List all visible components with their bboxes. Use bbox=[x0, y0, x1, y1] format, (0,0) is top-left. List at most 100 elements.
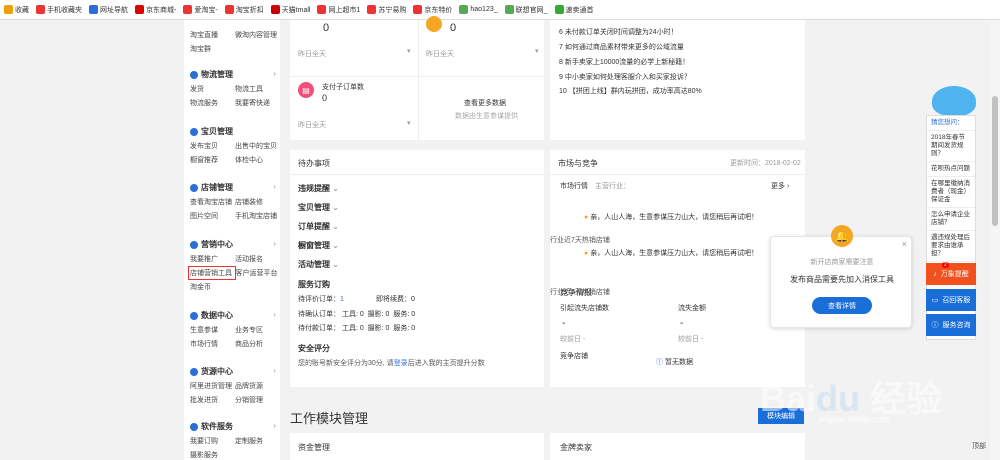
more-link[interactable]: 更多 › bbox=[771, 181, 789, 191]
faq-link[interactable]: 2018年春节期间发货规则？ bbox=[927, 131, 975, 162]
sidebar-link[interactable]: 图片空间 bbox=[190, 211, 235, 221]
sidebar-link[interactable]: 微淘内容管理 bbox=[235, 30, 280, 40]
sidebar-link[interactable]: 物流服务 bbox=[190, 98, 235, 108]
favicon-icon bbox=[270, 5, 280, 14]
tip-text: 亲，人山人海，生意参谋压力山大，请您稍后再试吧！ bbox=[590, 214, 759, 221]
scrollbar[interactable] bbox=[990, 20, 1000, 460]
sidebar-link[interactable]: 摄影服务 bbox=[190, 450, 235, 460]
sidebar-link[interactable]: 客户运营平台 bbox=[236, 268, 281, 278]
todo-menu[interactable]: 活动管理 ⌄ bbox=[298, 259, 339, 270]
news-item[interactable]: 7 如何通过商品素材带来更多的公域流量 bbox=[559, 42, 684, 52]
section-title[interactable]: 店铺管理 bbox=[201, 182, 233, 193]
stat-value: 0 bbox=[450, 22, 457, 34]
sidebar-link[interactable]: 生意参谋 bbox=[190, 325, 235, 335]
sidebar-link[interactable]: 业务专区 bbox=[235, 325, 280, 335]
dropdown-icon[interactable]: ▾ bbox=[407, 119, 411, 127]
sidebar-link[interactable]: 分销管理 bbox=[235, 395, 280, 405]
bookmark-item[interactable]: 速卖通首 bbox=[554, 5, 594, 15]
section-title[interactable]: 物流管理 bbox=[201, 69, 233, 80]
scrollbar-thumb[interactable] bbox=[992, 96, 998, 226]
bookmark-label: 联想官网_ bbox=[515, 6, 548, 14]
bookmark-item[interactable]: 京东商城- bbox=[135, 5, 176, 15]
bookmark-item[interactable]: 网上超市1 bbox=[317, 5, 360, 15]
section-title[interactable]: 营销中心 bbox=[201, 239, 233, 250]
favicon-icon bbox=[135, 5, 144, 14]
sidebar-link[interactable]: 淘宝直播 bbox=[190, 30, 235, 40]
login-link[interactable]: 登录 bbox=[394, 360, 408, 367]
section-title[interactable]: 宝贝管理 bbox=[201, 126, 233, 137]
info-icon: ⓘ bbox=[931, 322, 939, 329]
sidebar-link[interactable]: 活动报名 bbox=[235, 254, 280, 264]
section-title: 安全评分 bbox=[298, 344, 330, 353]
favicon-icon bbox=[36, 5, 45, 14]
sidebar-link[interactable]: 我要订购 bbox=[190, 436, 235, 446]
sidebar-link[interactable]: 淘宝群 bbox=[190, 44, 235, 54]
sidebar-link[interactable]: 店铺装修 bbox=[235, 197, 280, 207]
sidebar-link[interactable]: 出售中的宝贝 bbox=[235, 141, 280, 151]
news-item[interactable]: 10 【拼团上线】群内玩拼团，成功率高达80% bbox=[559, 86, 702, 96]
close-icon[interactable]: × bbox=[902, 239, 907, 249]
shop-marketing-tools-link[interactable]: 店铺营销工具 bbox=[188, 266, 236, 280]
news-item[interactable]: 6 未付款订单关闭时间调整为24小时！ bbox=[559, 27, 678, 37]
sidebar-link[interactable]: 商品分析 bbox=[235, 339, 280, 349]
bookmark-item[interactable]: 爱淘宝- bbox=[183, 5, 218, 15]
bookmark-item[interactable]: 联想官网_ bbox=[504, 5, 548, 15]
sidebar-link[interactable]: 发布宝贝 bbox=[190, 141, 235, 151]
sidebar-link[interactable]: 定制服务 bbox=[235, 436, 280, 446]
bookmark-item[interactable]: 网址导航 bbox=[89, 5, 128, 15]
sidebar-link[interactable]: 发货 bbox=[190, 84, 235, 94]
bookmark-item[interactable]: 淘宝折扣 bbox=[224, 5, 264, 15]
chevron-right-icon[interactable]: › bbox=[273, 421, 276, 430]
sidebar-link[interactable]: 橱窗推荐 bbox=[190, 155, 235, 165]
sidebar-link[interactable]: 我要推广 bbox=[190, 254, 235, 264]
view-details-button[interactable]: 查看详情 bbox=[812, 297, 872, 314]
recall-service-button[interactable]: ▭ 召回客服 bbox=[926, 289, 976, 311]
sidebar-link[interactable]: 阿里进货管理 bbox=[190, 381, 235, 391]
sidebar-link[interactable]: 批发进货 bbox=[190, 395, 235, 405]
chevron-right-icon[interactable]: › bbox=[273, 310, 276, 319]
todo-menu[interactable]: 订单提醒 ⌄ bbox=[298, 221, 339, 232]
faq-link[interactable]: 在哪里缴纳消费者（现金）保证金 bbox=[927, 177, 975, 208]
info-icon: ⓘ bbox=[656, 359, 663, 366]
bookmark-item[interactable]: 苏宁易购 bbox=[367, 5, 406, 15]
tab-market[interactable]: 市场行情 bbox=[560, 181, 588, 191]
sidebar-link[interactable]: 手机淘宝店铺 bbox=[235, 211, 280, 221]
back-to-top-button[interactable]: 顶部 bbox=[972, 441, 986, 451]
section-title[interactable]: 软件服务 bbox=[201, 421, 233, 432]
news-item[interactable]: 8 新手卖家上10000流量的必学上新秘籍！ bbox=[559, 57, 689, 67]
todo-menu[interactable]: 橱窗管理 ⌄ bbox=[298, 240, 339, 251]
chevron-right-icon[interactable]: › bbox=[273, 366, 276, 375]
bookmark-item[interactable]: hao123_ bbox=[459, 5, 498, 14]
news-item[interactable]: 9 中小卖家如何处理客服介入和买家投诉？ bbox=[559, 72, 691, 82]
sidebar-link[interactable]: 体检中心 bbox=[235, 155, 280, 165]
service-consult-button[interactable]: ⓘ 服务咨询 bbox=[926, 314, 976, 336]
favicon-icon bbox=[4, 5, 13, 14]
dropdown-icon[interactable]: ▾ bbox=[407, 47, 411, 55]
more-data-link[interactable]: 查看更多数据 bbox=[464, 98, 506, 108]
bookmark-item[interactable]: 京东特价 bbox=[413, 5, 452, 15]
chevron-right-icon[interactable]: › bbox=[273, 239, 276, 248]
sidebar-link[interactable]: 查看淘宝店铺 bbox=[190, 197, 235, 207]
alert-button[interactable]: ♪ 万象提醒 bbox=[926, 263, 976, 285]
bookmark-item[interactable]: 收藏 bbox=[4, 5, 29, 15]
sidebar-link[interactable]: 物流工具 bbox=[235, 84, 280, 94]
bookmark-item[interactable]: 手机收藏夹 bbox=[36, 5, 82, 15]
bookmark-item[interactable]: 天猫tmall bbox=[270, 5, 310, 15]
watermark-url: jingyan.baidu.com bbox=[818, 414, 891, 424]
sidebar-link[interactable]: 淘金币 bbox=[190, 282, 235, 292]
faq-link[interactable]: 花呗热点问题 bbox=[927, 162, 975, 177]
section-title[interactable]: 货源中心 bbox=[201, 366, 233, 377]
todo-menu[interactable]: 违规提醒 ⌄ bbox=[298, 183, 339, 194]
chevron-right-icon[interactable]: › bbox=[273, 69, 276, 78]
dropdown-icon[interactable]: ▾ bbox=[535, 47, 539, 55]
bell-icon: 🔔 bbox=[831, 225, 853, 247]
chevron-right-icon[interactable]: › bbox=[273, 182, 276, 191]
faq-link[interactable]: 怎么申请企业店铺？ bbox=[927, 208, 975, 231]
faq-link[interactable]: 遇违规处理后要求由谁承担？ bbox=[927, 231, 975, 262]
svc-count[interactable]: 1 bbox=[340, 296, 344, 303]
sidebar-link[interactable]: 品牌货源 bbox=[235, 381, 280, 391]
todo-menu[interactable]: 宝贝管理 ⌄ bbox=[298, 202, 339, 213]
sidebar-link[interactable]: 市场行情 bbox=[190, 339, 235, 349]
sidebar-link[interactable]: 我要寄快递 bbox=[235, 98, 280, 108]
section-title[interactable]: 数据中心 bbox=[201, 310, 233, 321]
